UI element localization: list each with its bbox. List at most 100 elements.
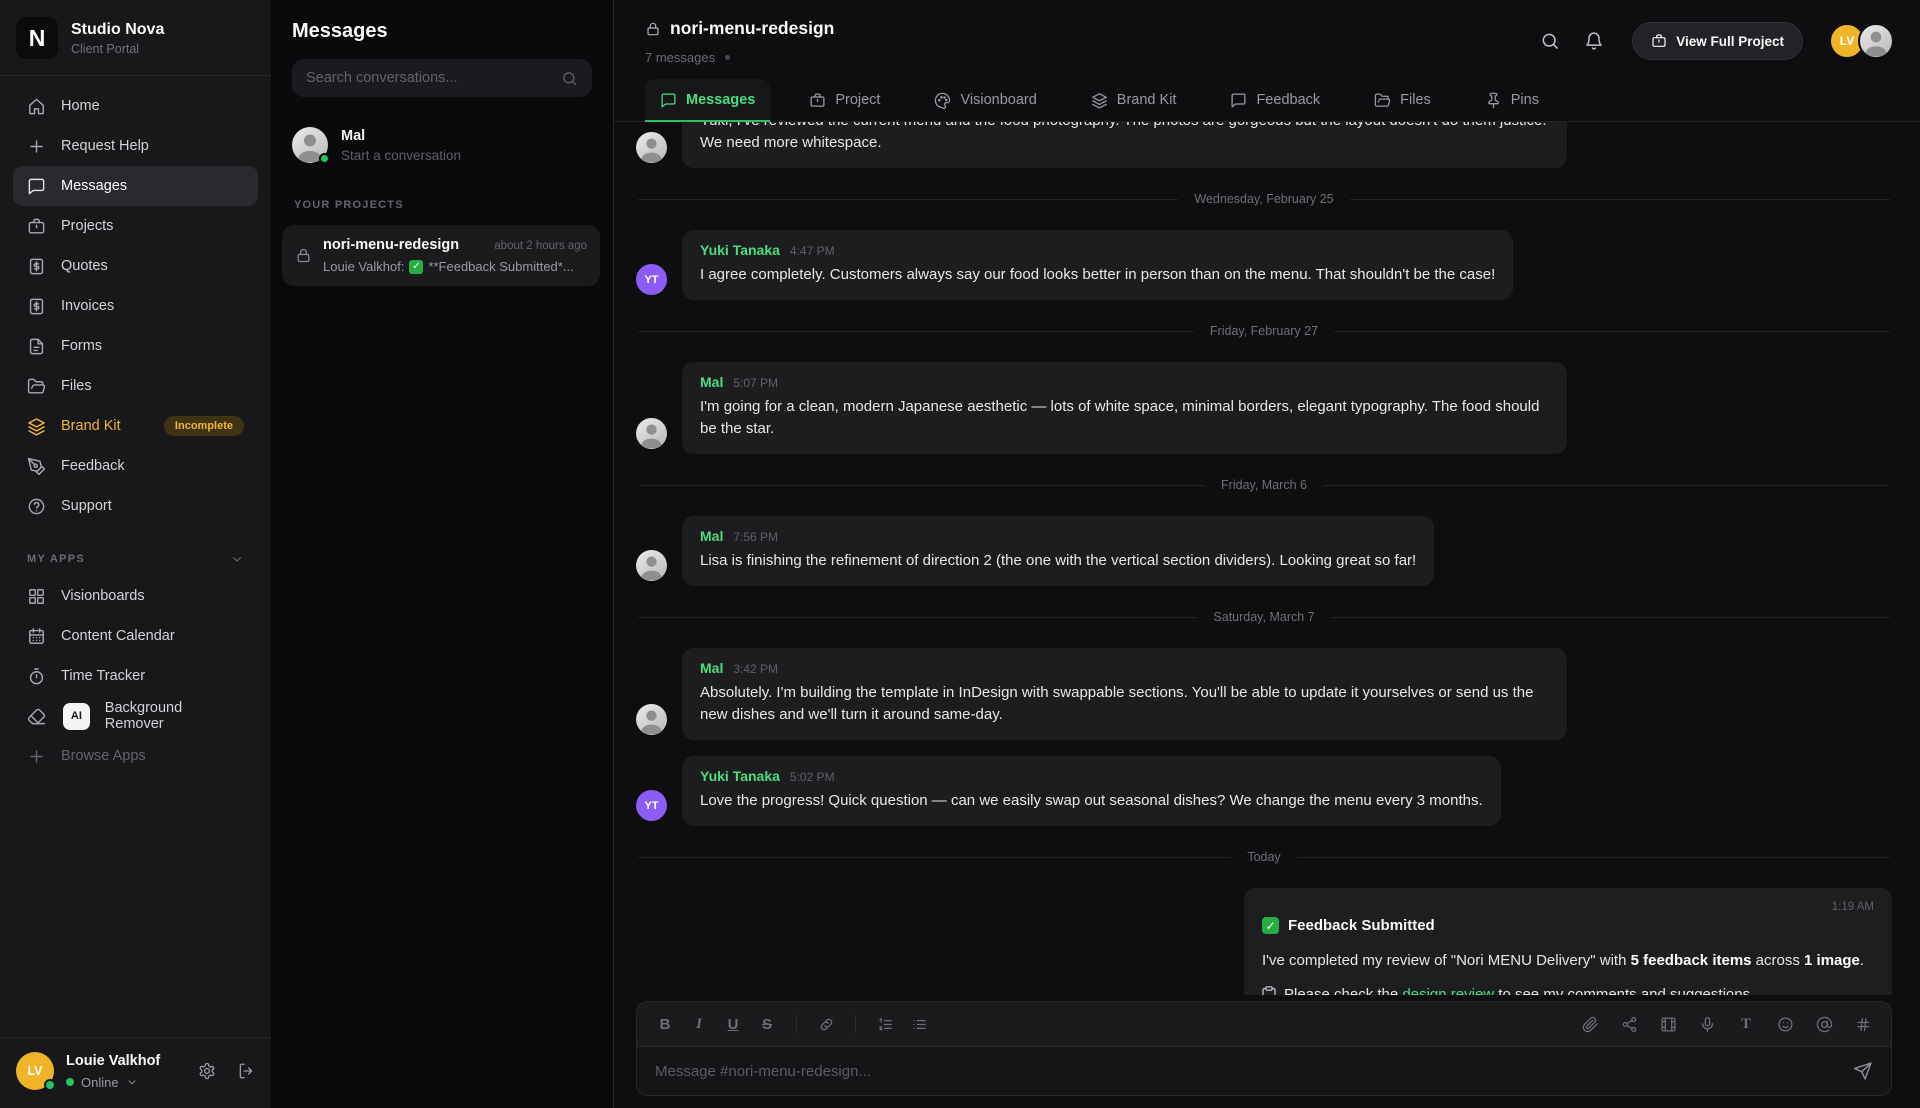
tab-label: Files: [1400, 92, 1431, 108]
lock-icon: [295, 247, 312, 264]
gear-icon[interactable]: [198, 1062, 216, 1080]
sidebar-item-label: Home: [61, 98, 100, 114]
link-button[interactable]: [812, 1011, 840, 1037]
sidebar-item-label: Forms: [61, 338, 102, 354]
message-input[interactable]: [655, 1063, 1841, 1080]
message-time: 4:47 PM: [790, 244, 835, 258]
sidebar-item-files[interactable]: Files: [13, 366, 258, 406]
paperclip-button[interactable]: [1576, 1011, 1604, 1037]
sidebar-item-invoices[interactable]: Invoices: [13, 286, 258, 326]
spacer: [0, 776, 271, 1037]
sidebar-app-visionboards[interactable]: Visionboards: [13, 576, 258, 616]
sidebar-item-brand-kit[interactable]: Brand KitIncomplete: [13, 406, 258, 446]
panel-title: Messages: [271, 0, 613, 59]
tab-label: Pins: [1511, 92, 1539, 108]
paperclip-icon: [1582, 1016, 1599, 1033]
conversation-item-mal[interactable]: Mal Start a conversation: [271, 117, 613, 173]
list-ordered-button[interactable]: [871, 1011, 899, 1037]
sidebar-item-label: Files: [61, 378, 92, 394]
sidebar-item-home[interactable]: Home: [13, 86, 258, 126]
bold-button[interactable]: B: [651, 1011, 679, 1037]
sidebar-app-label: Browse Apps: [61, 748, 146, 764]
sidebar: N Studio Nova Client Portal HomeRequest …: [0, 0, 271, 1108]
composer-input-row: [637, 1047, 1891, 1095]
tab-brand-kit[interactable]: Brand Kit: [1076, 79, 1192, 121]
film-button[interactable]: [1654, 1011, 1682, 1037]
search-icon[interactable]: [1540, 31, 1560, 51]
message-time: 3:42 PM: [733, 662, 778, 676]
share-button[interactable]: [1615, 1011, 1643, 1037]
smile-button[interactable]: [1771, 1011, 1799, 1037]
message-text: Love the progress! Quick question — can …: [700, 790, 1483, 812]
date-label: Wednesday, February 25: [1194, 192, 1333, 206]
date-divider: Wednesday, February 25: [638, 192, 1890, 206]
online-dot: [44, 1079, 56, 1091]
sidebar-nav: Home Request HelpMessagesProjectsQuotesIn…: [0, 76, 271, 526]
search-icon: [1540, 31, 1560, 51]
conversation-item-project[interactable]: nori-menu-redesign about 2 hours ago Lou…: [282, 225, 600, 286]
ai-badge: AI: [63, 703, 90, 730]
underline-button[interactable]: U: [719, 1011, 747, 1037]
sidebar-item-messages[interactable]: Messages: [13, 166, 258, 206]
message-list[interactable]: Mal Yuki, I've reviewed the current menu…: [614, 122, 1920, 995]
conversation-search[interactable]: [292, 59, 592, 97]
chat-message: Mal 5:07 PM I'm going for a clean, moder…: [636, 362, 1892, 454]
message-count: 7 messages: [645, 50, 715, 65]
send-icon[interactable]: [1853, 1061, 1873, 1081]
message-time: 1:19 AM: [1262, 901, 1874, 913]
sidebar-item-quotes[interactable]: Quotes: [13, 246, 258, 286]
channel-title: nori-menu-redesign: [670, 18, 834, 39]
app-window: N Studio Nova Client Portal HomeRequest …: [0, 0, 1920, 1108]
tab-pins[interactable]: Pins: [1470, 79, 1554, 121]
calendar-icon: [27, 627, 46, 646]
sidebar-app-content-calendar[interactable]: Content Calendar: [13, 616, 258, 656]
tab-files[interactable]: Files: [1359, 79, 1446, 121]
tab-messages[interactable]: Messages: [645, 79, 770, 121]
date-label: Friday, March 6: [1221, 478, 1307, 492]
participant-avatars[interactable]: LV: [1829, 23, 1894, 59]
strikethrough-button[interactable]: S: [753, 1011, 781, 1037]
tab-feedback[interactable]: Feedback: [1215, 79, 1335, 121]
sidebar-app-background-remover[interactable]: AIBackground Remover: [13, 696, 258, 736]
briefcase-icon: [809, 92, 826, 109]
type-button[interactable]: T: [1732, 1011, 1760, 1037]
search-input[interactable]: [306, 70, 551, 86]
user-status[interactable]: Online: [66, 1075, 186, 1090]
view-full-project-button[interactable]: View Full Project: [1632, 22, 1803, 60]
sidebar-app-time-tracker[interactable]: Time Tracker: [13, 656, 258, 696]
avatar-initials: YT: [636, 264, 667, 295]
check-emoji-icon: ✓: [409, 260, 423, 274]
sidebar-item-label: Brand Kit: [61, 418, 121, 434]
chat-main: nori-menu-redesign 7 messages View Full …: [614, 0, 1920, 1108]
tab-project[interactable]: Project: [794, 79, 895, 121]
chat-icon: [660, 92, 677, 109]
sidebar-item-request-help[interactable]: Request Help: [13, 126, 258, 166]
list-ordered-icon: [877, 1016, 894, 1033]
italic-button[interactable]: I: [685, 1011, 713, 1037]
sidebar-item-support[interactable]: Support: [13, 486, 258, 526]
briefcase-icon: [1651, 33, 1667, 49]
online-dot: [319, 153, 330, 164]
sidebar-app-browse-apps[interactable]: Browse Apps: [13, 736, 258, 776]
message-bubble: Mal Yuki, I've reviewed the current menu…: [682, 122, 1567, 168]
tab-visionboard[interactable]: Visionboard: [919, 79, 1051, 121]
receipt-icon: [27, 257, 46, 276]
at-button[interactable]: [1810, 1011, 1838, 1037]
hash-button[interactable]: [1849, 1011, 1877, 1037]
conversation-subtitle: Start a conversation: [341, 148, 461, 163]
card-body: I've completed my review of "Nori MENU D…: [1262, 950, 1874, 971]
timer-icon: [27, 667, 46, 686]
sidebar-item-label: Feedback: [61, 458, 125, 474]
tab-label: Project: [835, 92, 880, 108]
sidebar-item-projects[interactable]: Projects: [13, 206, 258, 246]
bell-icon[interactable]: [1584, 31, 1604, 51]
logout-icon[interactable]: [237, 1062, 255, 1080]
my-apps-header[interactable]: MY APPS: [0, 526, 271, 574]
list-bullet-button[interactable]: [905, 1011, 933, 1037]
avatar-initials: LV: [27, 1064, 42, 1078]
mic-button[interactable]: [1693, 1011, 1721, 1037]
design-review-link[interactable]: design review: [1402, 986, 1494, 995]
sidebar-item-feedback[interactable]: Feedback: [13, 446, 258, 486]
sidebar-item-forms[interactable]: Forms: [13, 326, 258, 366]
chat-message: YT Yuki Tanaka 4:47 PM I agree completel…: [636, 230, 1892, 300]
